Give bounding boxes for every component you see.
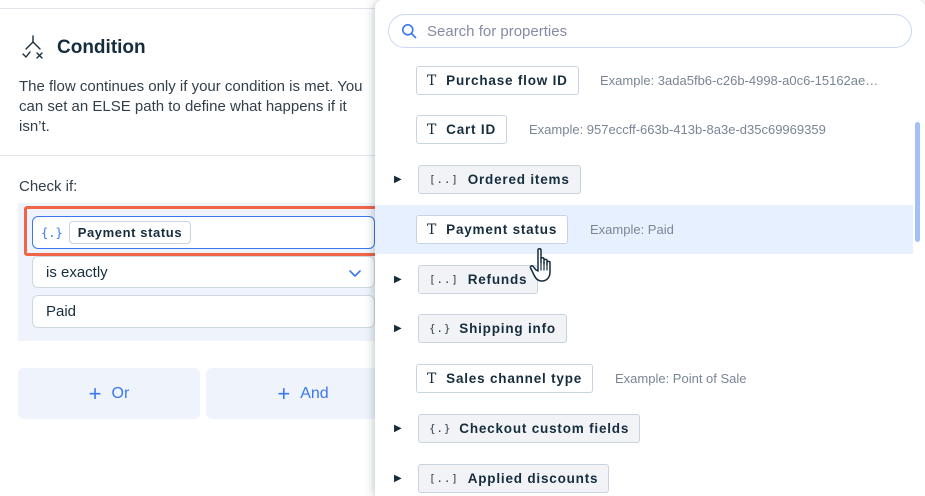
chevron-down-icon — [348, 266, 362, 280]
value-text: Paid — [46, 303, 77, 320]
property-label: Cart ID — [446, 122, 496, 137]
split-condition-icon — [19, 34, 47, 62]
scrollbar[interactable] — [915, 122, 920, 242]
property-row[interactable]: T Sales channel type Example: Point of Sal… — [375, 354, 913, 403]
text-icon: T — [427, 121, 438, 138]
property-row[interactable]: T Cart ID Example: 957eccff-663b-413b-8a3e… — [375, 105, 913, 154]
property-row[interactable]: ▶ {.} Checkout custom fields — [375, 404, 913, 453]
value-input[interactable]: Paid — [32, 295, 375, 328]
divider — [0, 155, 400, 156]
operator-value: is exactly — [46, 263, 108, 281]
property-label: Sales channel type — [446, 371, 583, 386]
property-example: Example: 3ada5fb6-c26b-4998-a0c6-15162ae… — [600, 73, 879, 88]
add-or-button[interactable]: + Or — [18, 368, 200, 419]
property-label: Shipping info — [459, 321, 556, 336]
array-icon: [..] — [429, 472, 459, 485]
search-bar[interactable] — [388, 14, 912, 48]
divider — [0, 8, 400, 9]
check-if-label: Check if: — [19, 178, 78, 195]
operator-select[interactable]: is exactly — [32, 256, 375, 288]
property-chip[interactable]: {.} Checkout custom fields — [418, 414, 641, 443]
property-label: Purchase flow ID — [446, 73, 568, 88]
property-chip[interactable]: T Cart ID — [416, 115, 507, 144]
condition-header: Condition — [19, 34, 146, 62]
property-label: Ordered items — [467, 172, 570, 187]
array-icon: [..] — [429, 173, 459, 186]
property-row[interactable]: ▶ {.} Shipping info — [375, 304, 913, 353]
property-label: Applied discounts — [467, 471, 599, 486]
property-label: Payment status — [446, 222, 558, 237]
expand-caret-icon[interactable]: ▶ — [394, 323, 402, 334]
text-icon: T — [427, 221, 438, 238]
property-row[interactable]: ▶ [..] Refunds — [375, 255, 913, 304]
array-icon: [..] — [429, 273, 459, 286]
property-example: Example: Point of Sale — [615, 371, 747, 386]
property-example: Example: 957eccff-663b-413b-8a3e-d35c699… — [529, 122, 826, 137]
text-icon: T — [427, 72, 438, 89]
or-label: Or — [111, 384, 130, 402]
expand-caret-icon[interactable]: ▶ — [394, 274, 402, 285]
property-chip[interactable]: T Purchase flow ID — [416, 66, 579, 95]
condition-title: Condition — [57, 37, 146, 58]
property-row[interactable]: ▶ [..] Ordered items — [375, 155, 913, 204]
search-input[interactable] — [427, 22, 887, 40]
expand-caret-icon[interactable]: ▶ — [394, 473, 402, 484]
properties-dropdown: T Purchase flow ID Example: 3ada5fb6-c26b-… — [375, 0, 925, 496]
property-row[interactable]: T Payment status Example: Paid — [375, 205, 913, 254]
object-icon: {.} — [429, 322, 452, 335]
property-chip[interactable]: [..] Applied discounts — [418, 464, 610, 493]
object-icon: {.} — [429, 422, 452, 435]
property-chip[interactable]: {.} Shipping info — [418, 314, 567, 343]
property-label: Refunds — [467, 272, 528, 287]
add-and-button[interactable]: + And — [206, 368, 400, 419]
property-chip[interactable]: T Payment status — [416, 215, 569, 244]
hand-cursor-icon — [529, 248, 551, 282]
property-example: Example: Paid — [590, 222, 674, 237]
property-chip[interactable]: T Sales channel type — [416, 364, 594, 393]
search-icon — [401, 23, 417, 39]
property-chip[interactable]: [..] Ordered items — [418, 165, 581, 194]
plus-icon: + — [88, 380, 102, 406]
property-row[interactable]: ▶ [..] Applied discounts — [375, 454, 913, 496]
property-row[interactable]: T Purchase flow ID Example: 3ada5fb6-c26b-… — [375, 56, 913, 105]
expand-caret-icon[interactable]: ▶ — [394, 174, 402, 185]
expand-caret-icon[interactable]: ▶ — [394, 423, 402, 434]
property-label: Checkout custom fields — [459, 421, 630, 436]
condition-panel: Condition The flow continues only if you… — [0, 0, 400, 496]
plus-icon: + — [277, 380, 291, 406]
and-label: And — [300, 384, 329, 402]
highlight-outline — [24, 206, 389, 256]
condition-description: The flow continues only if your conditio… — [19, 78, 363, 135]
property-chip[interactable]: [..] Refunds — [418, 265, 539, 294]
text-icon: T — [427, 370, 438, 387]
